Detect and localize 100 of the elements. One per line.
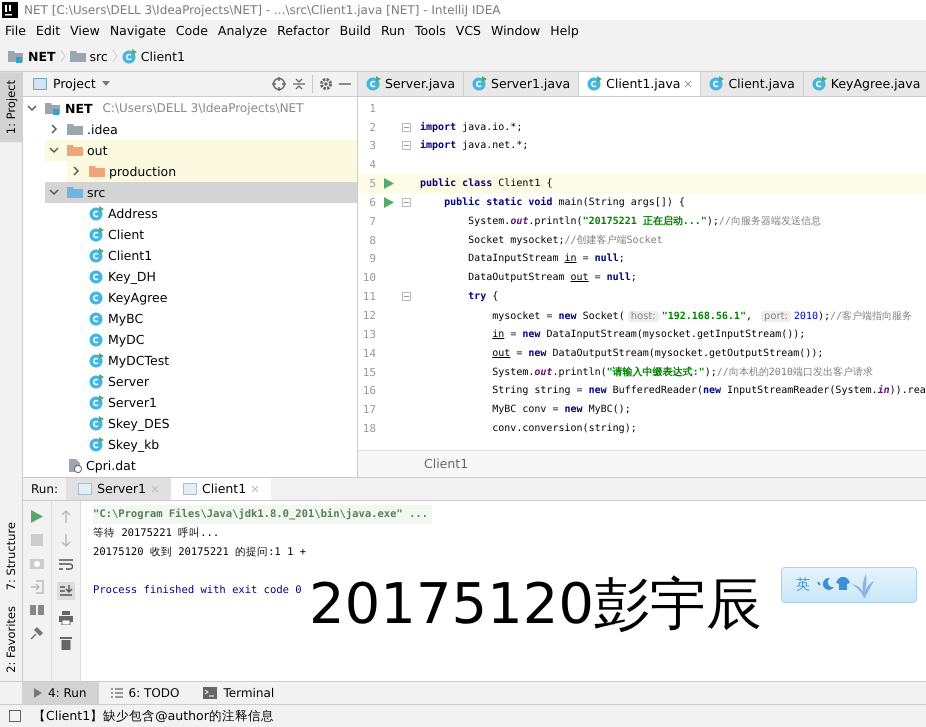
list-icon — [110, 688, 123, 698]
chevron-right-icon[interactable] — [49, 124, 59, 134]
line-number: 4 — [368, 158, 376, 172]
tool-window-tab[interactable]: 4: Run — [22, 682, 99, 704]
line-number: 9 — [368, 252, 376, 266]
code-line: try { — [467, 291, 498, 302]
code-line: DataOutputStream out = null; — [467, 272, 637, 284]
scroll-to-end-icon[interactable] — [57, 582, 75, 600]
soft-wrap-icon[interactable] — [59, 558, 73, 571]
folder-icon — [70, 49, 86, 64]
menu-item[interactable]: Window — [490, 23, 540, 38]
line-number: 12 — [362, 309, 376, 322]
run-panel-label: Run: — [30, 482, 60, 496]
tree-item[interactable]: Address — [67, 202, 357, 224]
menu-item[interactable]: Navigate — [110, 23, 166, 38]
tree-item[interactable]: Skey_DES — [67, 412, 357, 434]
tree-item[interactable]: Client — [67, 224, 357, 245]
code-line: System.out.println("请输入中缀表达式:");//向本机的2010端口发出客户请求 — [491, 366, 873, 380]
editor-breadcrumb[interactable]: Client1 — [424, 456, 468, 472]
code-line: System.out.println("20175221 正在启动...");//向服务器端发送信息 — [467, 214, 821, 228]
menu-item[interactable]: Tools — [414, 23, 446, 38]
chevron-down-icon[interactable] — [49, 187, 59, 198]
fold-marker-icon[interactable] — [402, 198, 411, 207]
line-number: 18 — [362, 422, 376, 436]
folder-icon — [67, 143, 83, 158]
menu-item[interactable]: View — [70, 23, 100, 38]
tree-item[interactable]: KeyAgree — [67, 286, 357, 308]
chevron-down-icon[interactable] — [49, 145, 59, 156]
tree-item[interactable]: src — [45, 182, 357, 203]
trash-icon[interactable] — [60, 636, 72, 650]
menu-item[interactable]: Edit — [36, 23, 60, 38]
console-line: Process finished with exit code 0 — [93, 583, 302, 598]
project-path: C:\Users\DELL 3\IdeaProjects\NET — [102, 101, 304, 116]
tree-item[interactable]: Server1 — [67, 392, 357, 413]
print-icon[interactable] — [59, 610, 73, 625]
editor-tab[interactable]: Client1.java — [579, 72, 702, 96]
tree-item[interactable]: Skey_kb — [67, 434, 357, 455]
tree-item[interactable]: Cpri.dat — [45, 454, 357, 476]
run-icon[interactable] — [384, 178, 394, 190]
tree-item[interactable]: .idea — [45, 118, 357, 140]
chevron-right-icon[interactable] — [71, 166, 81, 176]
window-title: NET [C:\Users\DELL 3\IdeaProjects\NET] - ...\src\Client1.java [NET] - IntelliJ IDEA — [24, 2, 501, 17]
line-number: 15 — [362, 366, 376, 379]
run-icon[interactable] — [384, 196, 394, 208]
runnable-class-icon — [709, 76, 724, 92]
run-tab[interactable]: Client1 — [171, 478, 272, 500]
fold-marker-icon[interactable] — [402, 141, 411, 150]
side-tool-tab[interactable]: 2: Favorites — [0, 598, 22, 682]
panel-title[interactable]: Project — [53, 76, 96, 92]
tree-item[interactable]: MyDC — [67, 328, 357, 350]
module-folder-icon — [8, 49, 24, 64]
chevron-down-icon[interactable] — [27, 103, 37, 114]
side-tool-tab[interactable]: 1: Project — [0, 72, 22, 142]
editor-tab[interactable]: Server.java — [358, 72, 464, 96]
fold-marker-icon[interactable] — [402, 292, 411, 302]
menu-item[interactable]: File — [5, 23, 26, 38]
side-tool-tab[interactable]: 7: Structure — [0, 514, 22, 598]
collapse-all-icon[interactable] — [292, 76, 306, 91]
menu-item[interactable]: Help — [550, 23, 579, 38]
settings-icon[interactable] — [319, 76, 333, 91]
tree-item[interactable]: MyBC — [67, 308, 357, 329]
line-number: 14 — [362, 346, 376, 360]
console-icon — [183, 482, 198, 495]
tree-item[interactable]: Client1 — [67, 244, 357, 266]
tool-window-tab[interactable]: Terminal — [191, 682, 286, 704]
close-icon[interactable] — [684, 80, 692, 88]
tree-item[interactable]: production — [67, 160, 357, 182]
line-number: 2 — [368, 120, 376, 134]
layout-icon[interactable] — [30, 604, 44, 615]
code-line: in = new DataInputStream(mysocket.getInputStream()); — [491, 328, 806, 340]
tree-item[interactable]: Server — [67, 370, 357, 392]
editor-tab[interactable]: KeyAgree.java — [804, 72, 926, 96]
fold-marker-icon[interactable] — [402, 122, 411, 132]
run-icon[interactable] — [31, 510, 43, 523]
menu-item[interactable]: Analyze — [218, 23, 268, 38]
breadcrumb-item[interactable]: src — [90, 48, 108, 64]
menu-item[interactable]: Code — [176, 23, 208, 38]
line-number: 1 — [368, 102, 376, 115]
console-icon — [78, 482, 92, 495]
dropdown-caret-icon[interactable] — [102, 81, 110, 86]
tree-item[interactable]: NET C:\Users\DELL 3\IdeaProjects\NET — [23, 98, 357, 119]
tree-item[interactable]: Key_DH — [67, 266, 357, 287]
tool-window-tab[interactable]: 6: TODO — [98, 682, 192, 704]
run-tab[interactable]: Server1 — [66, 478, 172, 500]
tree-item[interactable]: MyDCTest — [67, 350, 357, 371]
menu-item[interactable]: VCS — [456, 23, 481, 38]
menu-item[interactable]: Run — [381, 23, 405, 38]
menu-item[interactable]: Refactor — [277, 23, 330, 38]
breadcrumb-item[interactable]: NET — [28, 48, 56, 64]
line-number: 3 — [368, 139, 376, 152]
locate-target-icon[interactable] — [272, 76, 286, 91]
square-icon[interactable] — [9, 710, 21, 722]
tree-item[interactable]: out — [45, 140, 357, 161]
editor-tab[interactable]: Client.java — [701, 72, 804, 96]
code-line: String string = new BufferedReader(new InputStreamReader(System.in)).rea — [491, 385, 926, 396]
breadcrumb-item[interactable]: Client1 — [140, 48, 185, 64]
menu-item[interactable]: Build — [340, 23, 371, 38]
code-line: conv.conversion(string); — [491, 423, 637, 434]
line-number: 5 — [368, 177, 376, 190]
line-number: 10 — [362, 271, 376, 284]
